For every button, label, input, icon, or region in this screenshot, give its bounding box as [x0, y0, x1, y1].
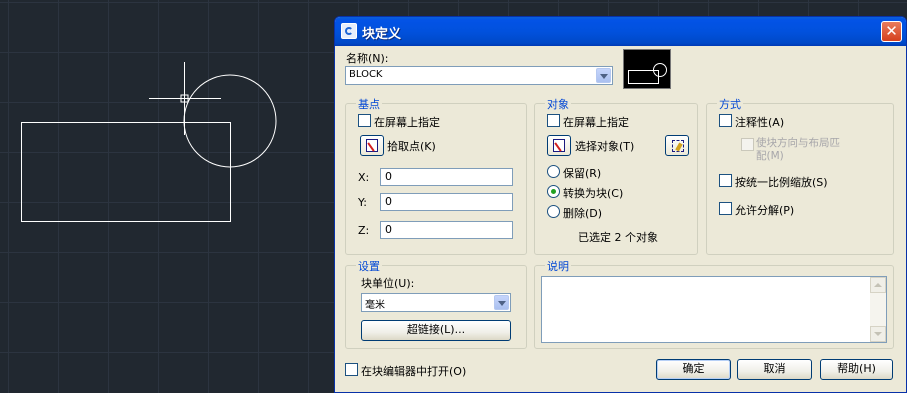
name-value: BLOCK — [349, 69, 383, 80]
retain-radio[interactable] — [547, 165, 560, 178]
objects-specify-on-screen-label: 在屏幕上指定 — [563, 116, 629, 129]
delete-radio[interactable] — [547, 205, 560, 218]
preview-geometry — [628, 63, 667, 84]
open-in-editor-label: 在块编辑器中打开(O) — [361, 365, 467, 378]
chevron-down-icon[interactable] — [596, 68, 611, 83]
convert-to-block-radio[interactable] — [547, 185, 560, 198]
scale-uniformly-label: 按统一比例缩放(S) — [735, 176, 828, 189]
allow-exploding-label: 允许分解(P) — [735, 204, 795, 217]
block-unit-label: 块单位(U): — [361, 277, 415, 290]
convert-to-block-label: 转换为块(C) — [563, 187, 624, 200]
block-unit-value: 毫米 — [365, 300, 385, 311]
behavior-title: 方式 — [717, 96, 743, 112]
delete-label: 删除(D) — [563, 207, 603, 220]
help-button[interactable]: 帮助(H) — [820, 359, 893, 380]
x-label: X: — [358, 171, 370, 184]
block-preview — [623, 49, 671, 89]
settings-title: 设置 — [356, 258, 382, 274]
block-definition-dialog: 块定义 ✕ 名称(N): BLOCK 基点 在屏幕上指定 拾取点(K) X: 0… — [334, 16, 907, 393]
description-title: 说明 — [545, 258, 571, 274]
drawing-geometry — [21, 62, 277, 222]
selected-count-text: 已选定 2 个对象 — [578, 231, 658, 244]
allow-exploding-checkbox[interactable] — [719, 202, 732, 215]
block-unit-combobox[interactable]: 毫米 — [361, 293, 511, 312]
dialog-titlebar[interactable]: 块定义 ✕ — [335, 17, 906, 46]
match-orientation-label: 使块方向与布局匹配(M) — [756, 137, 840, 162]
match-orientation-checkbox — [741, 138, 754, 151]
dialog-title: 块定义 — [362, 27, 402, 42]
drawn-rectangle[interactable] — [21, 122, 231, 222]
quick-select-button[interactable] — [665, 135, 689, 156]
select-objects-button[interactable] — [547, 135, 571, 156]
base-point-title: 基点 — [356, 96, 382, 112]
name-label: 名称(N): — [346, 52, 389, 65]
close-button[interactable]: ✕ — [881, 21, 902, 42]
pick-point-button[interactable] — [360, 135, 384, 156]
y-input[interactable]: 0 — [380, 193, 513, 211]
z-input[interactable]: 0 — [380, 221, 513, 239]
scroll-up-icon[interactable] — [870, 277, 886, 293]
retain-label: 保留(R) — [563, 167, 602, 180]
objects-title: 对象 — [545, 96, 571, 112]
description-textarea[interactable] — [541, 276, 887, 343]
chevron-down-icon[interactable] — [494, 295, 509, 310]
scale-uniformly-checkbox[interactable] — [719, 174, 732, 187]
hyperlink-button[interactable]: 超链接(L)... — [361, 320, 511, 341]
base-specify-on-screen-checkbox[interactable] — [358, 114, 371, 127]
select-objects-label: 选择对象(T) — [575, 140, 635, 153]
annotative-label: 注释性(A) — [735, 116, 785, 129]
x-input[interactable]: 0 — [380, 168, 513, 186]
ok-button[interactable]: 确定 — [656, 359, 731, 380]
annotative-checkbox[interactable] — [719, 114, 732, 127]
name-combobox[interactable]: BLOCK — [345, 66, 613, 85]
cancel-button[interactable]: 取消 — [737, 359, 812, 380]
open-in-editor-checkbox[interactable] — [345, 363, 358, 376]
objects-specify-on-screen-checkbox[interactable] — [547, 114, 560, 127]
app-icon — [341, 23, 357, 39]
description-scrollbar[interactable] — [870, 277, 886, 342]
base-specify-on-screen-label: 在屏幕上指定 — [374, 116, 440, 129]
scroll-down-icon[interactable] — [870, 326, 886, 342]
y-label: Y: — [358, 196, 367, 209]
pick-point-label: 拾取点(K) — [387, 140, 436, 153]
crosshair-cursor — [149, 62, 221, 135]
z-label: Z: — [358, 224, 370, 237]
